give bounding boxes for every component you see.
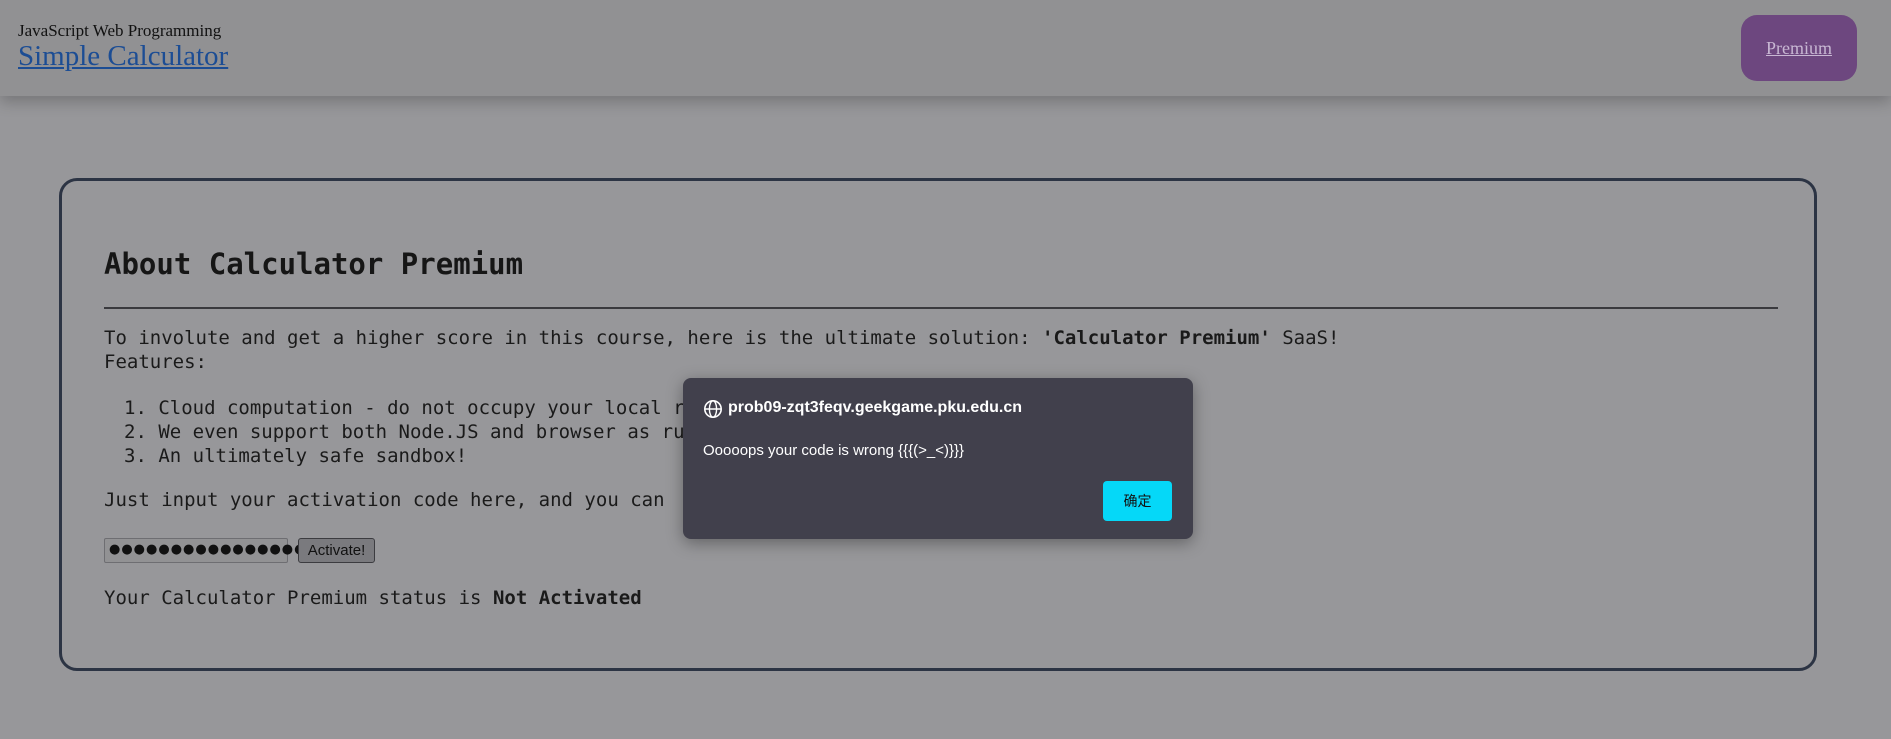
activation-code-input[interactable]: ●●●●●●●●●●●●●●●●● [104,538,318,563]
intro-suffix: SaaS! [1270,327,1340,349]
top-navigation-bar: JavaScript Web Programming Simple Calcul… [0,0,1891,96]
site-title-link[interactable]: Simple Calculator [18,40,228,73]
feature-item: 2. We even support both Node.JS and brow… [124,421,685,443]
status-value: Not Activated [492,587,642,609]
globe-icon [704,400,722,418]
features-label: Features: [104,351,207,373]
dialog-message: Ooooops your code is wrong {{{(>_<)}}} [703,442,965,459]
intro-product: 'Calculator Premium' [1042,327,1271,349]
activation-prompt: Just input your activation code here, an… [104,489,665,511]
ok-button[interactable]: 确定 [1103,481,1172,521]
status-prefix: Your Calculator Premium status is [104,587,493,609]
title-divider [104,307,1778,309]
status-line: Your Calculator Premium status is Not Ac… [104,587,642,609]
feature-item: 3. An ultimately safe sandbox! [124,445,468,467]
premium-button[interactable]: Premium [1741,15,1857,81]
about-title: About Calculator Premium [104,247,524,281]
dialog-origin: prob09-zqt3feqv.geekgame.pku.edu.cn [728,399,1022,416]
intro-text: To involute and get a higher score in th… [104,327,1339,349]
intro-prefix: To involute and get a higher score in th… [104,327,1042,349]
alert-dialog: prob09-zqt3feqv.geekgame.pku.edu.cn Oooo… [683,378,1193,539]
course-name: JavaScript Web Programming [18,21,222,40]
feature-item: 1. Cloud computation - do not occupy you… [124,397,685,419]
activate-button[interactable]: Activate! [298,538,375,563]
